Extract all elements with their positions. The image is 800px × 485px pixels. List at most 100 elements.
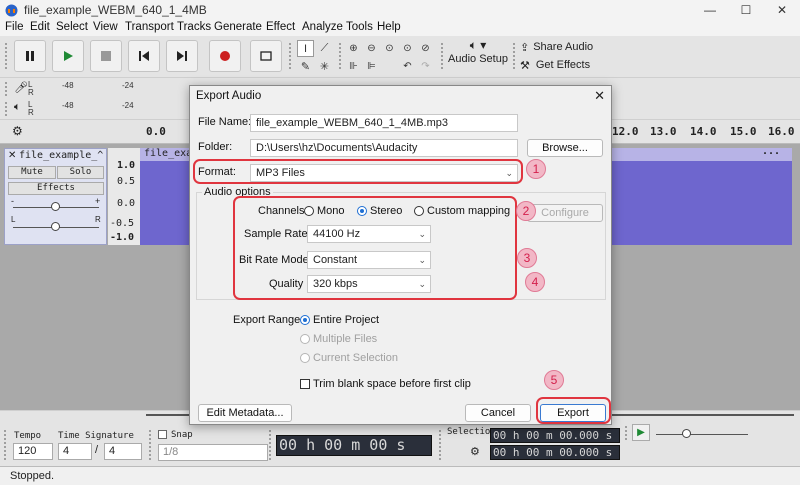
loop-button[interactable] <box>250 40 282 72</box>
file-name-input[interactable]: file_example_WEBM_640_1_4MB.mp3 <box>250 114 518 132</box>
trim-blank-space-label: Trim blank space before first clip <box>313 378 471 390</box>
tempo-input[interactable]: 120 <box>13 443 53 460</box>
toolbar-grip[interactable] <box>512 42 516 70</box>
menu-analyze[interactable]: Analyze <box>302 21 343 33</box>
toolbar-grip[interactable] <box>4 42 8 70</box>
ruler-label: 12.0 <box>612 125 639 138</box>
toolbar-grip[interactable] <box>624 425 628 441</box>
menu-generate[interactable]: Generate <box>214 21 262 33</box>
effects-button[interactable]: Effects <box>8 182 104 195</box>
track-name[interactable]: file_example_^ <box>19 150 103 161</box>
fit-project-icon[interactable]: ⊙ <box>399 40 416 57</box>
meter-tick: -48 <box>62 101 74 110</box>
annotation-badge: 5 <box>544 370 564 390</box>
configure-button[interactable]: Configure <box>527 204 603 222</box>
toolbar-grip[interactable] <box>288 42 292 70</box>
zoom-toggle-icon[interactable]: ⊘ <box>417 40 434 57</box>
clip-menu-icon[interactable]: ... <box>762 146 780 157</box>
mute-button[interactable]: Mute <box>8 166 56 179</box>
share-audio-button[interactable]: ⇪ Share Audio <box>520 39 600 55</box>
close-track-icon[interactable]: ✕ <box>8 150 16 161</box>
undo-icon[interactable]: ↶ <box>399 58 416 75</box>
play-button[interactable] <box>52 40 84 72</box>
toolbars: I ⟋ ✎ ✳ ⊕ ⊖ ⊙ ⊙ ⊘ ⊪ ⊫ ↶ ↷ 🔈︎ ▾ Audio Set… <box>0 36 800 78</box>
status-text: Stopped. <box>10 470 55 482</box>
audio-setup-button[interactable]: 🔈︎ ▾ Audio Setup <box>448 38 508 74</box>
trim-audio-icon[interactable]: ⊪ <box>345 58 362 75</box>
silence-audio-icon[interactable]: ⊫ <box>363 58 380 75</box>
envelope-tool-icon[interactable]: ⟋ <box>316 40 333 57</box>
ruler-label: 0.0 <box>146 125 166 138</box>
toolbar-grip[interactable] <box>4 101 8 117</box>
time-signature-numerator[interactable]: 4 <box>58 443 92 460</box>
skip-to-end-button[interactable] <box>166 40 198 72</box>
pause-button[interactable] <box>14 40 46 72</box>
toolbar-grip[interactable] <box>438 429 442 461</box>
dialog-close-icon[interactable]: ✕ <box>594 88 605 104</box>
toolbar-grip[interactable] <box>4 81 8 97</box>
selection-end-time[interactable]: 00 h 00 m 00.000 s <box>490 445 620 460</box>
solo-button[interactable]: Solo <box>57 166 104 179</box>
record-button[interactable] <box>209 40 241 72</box>
dialog-title: Export Audio <box>196 90 262 102</box>
selection-tool-icon[interactable]: I <box>297 40 314 57</box>
selection-settings-icon[interactable]: ⚙ <box>470 445 480 458</box>
speaker-meter-icon[interactable]: 🔈︎ <box>14 101 21 114</box>
time-display[interactable]: 00 h 00 m 00 s <box>276 435 432 456</box>
toolbar-grip[interactable] <box>268 429 272 461</box>
gain-plus-label: + <box>95 196 101 206</box>
scale-label: 0.0 <box>117 198 136 209</box>
fit-selection-icon[interactable]: ⊙ <box>381 40 398 57</box>
draw-tool-icon[interactable]: ✎ <box>297 58 314 75</box>
edit-metadata-button[interactable]: Edit Metadata... <box>198 404 292 422</box>
play-icon <box>64 51 73 61</box>
toolbar-grip[interactable] <box>148 429 152 461</box>
audio-setup-label: Audio Setup <box>448 53 508 65</box>
multi-tool-icon[interactable]: ✳ <box>316 58 333 75</box>
status-bar: Stopped. <box>0 466 800 485</box>
get-effects-button[interactable]: ⚒ Get Effects <box>520 57 600 73</box>
time-signature-denominator[interactable]: 4 <box>104 443 142 460</box>
snap-checkbox[interactable] <box>158 430 167 439</box>
play-at-speed-button[interactable]: ▶ <box>632 424 650 441</box>
menu-help[interactable]: Help <box>377 21 401 33</box>
menu-edit[interactable]: Edit <box>30 21 50 33</box>
skip-to-start-button[interactable] <box>128 40 160 72</box>
menu-effect[interactable]: Effect <box>266 21 295 33</box>
menu-select[interactable]: Select <box>56 21 88 33</box>
scale-label: -1.0 <box>110 232 135 243</box>
trim-blank-space-checkbox[interactable]: Trim blank space before first clip <box>300 378 471 390</box>
gear-icon[interactable]: ⚙ <box>12 124 23 138</box>
gain-slider-thumb[interactable] <box>51 202 60 211</box>
play-speed-slider-thumb[interactable] <box>682 429 691 438</box>
snap-dropdown[interactable]: 1/8 <box>158 444 268 461</box>
menu-tracks[interactable]: Tracks <box>177 21 211 33</box>
menu-file[interactable]: File <box>5 21 24 33</box>
menu-transport[interactable]: Transport <box>125 21 174 33</box>
zoom-in-icon[interactable]: ⊕ <box>345 40 362 57</box>
folder-input[interactable]: D:\Users\hz\Documents\Audacity <box>250 139 518 157</box>
menu-tools[interactable]: Tools <box>346 21 373 33</box>
toolbar-grip[interactable] <box>440 42 444 70</box>
maximize-button[interactable]: ☐ <box>728 0 764 20</box>
zoom-out-icon[interactable]: ⊖ <box>363 40 380 57</box>
selection-start-time[interactable]: 00 h 00 m 00.000 s <box>490 428 620 443</box>
browse-button[interactable]: Browse... <box>527 139 603 157</box>
range-multiple-files-radio[interactable]: Multiple Files <box>300 333 377 345</box>
range-entire-project-radio[interactable]: Entire Project <box>300 314 379 326</box>
pan-slider-thumb[interactable] <box>51 222 60 231</box>
toolbar-grip[interactable] <box>3 429 7 461</box>
minimize-button[interactable]: — <box>692 0 728 20</box>
play-speed-slider[interactable] <box>656 434 748 435</box>
stop-button[interactable] <box>90 40 122 72</box>
share-audio-label: Share Audio <box>533 41 594 53</box>
meter-tick: -24 <box>122 81 134 90</box>
pause-icon <box>26 51 34 61</box>
redo-icon[interactable]: ↷ <box>417 58 434 75</box>
range-current-selection-radio[interactable]: Current Selection <box>300 352 398 364</box>
menu-view[interactable]: View <box>93 21 118 33</box>
microphone-icon[interactable]: 🎤︎ <box>14 81 28 94</box>
cancel-button[interactable]: Cancel <box>465 404 531 422</box>
close-window-button[interactable]: ✕ <box>764 0 800 20</box>
toolbar-grip[interactable] <box>338 42 342 70</box>
